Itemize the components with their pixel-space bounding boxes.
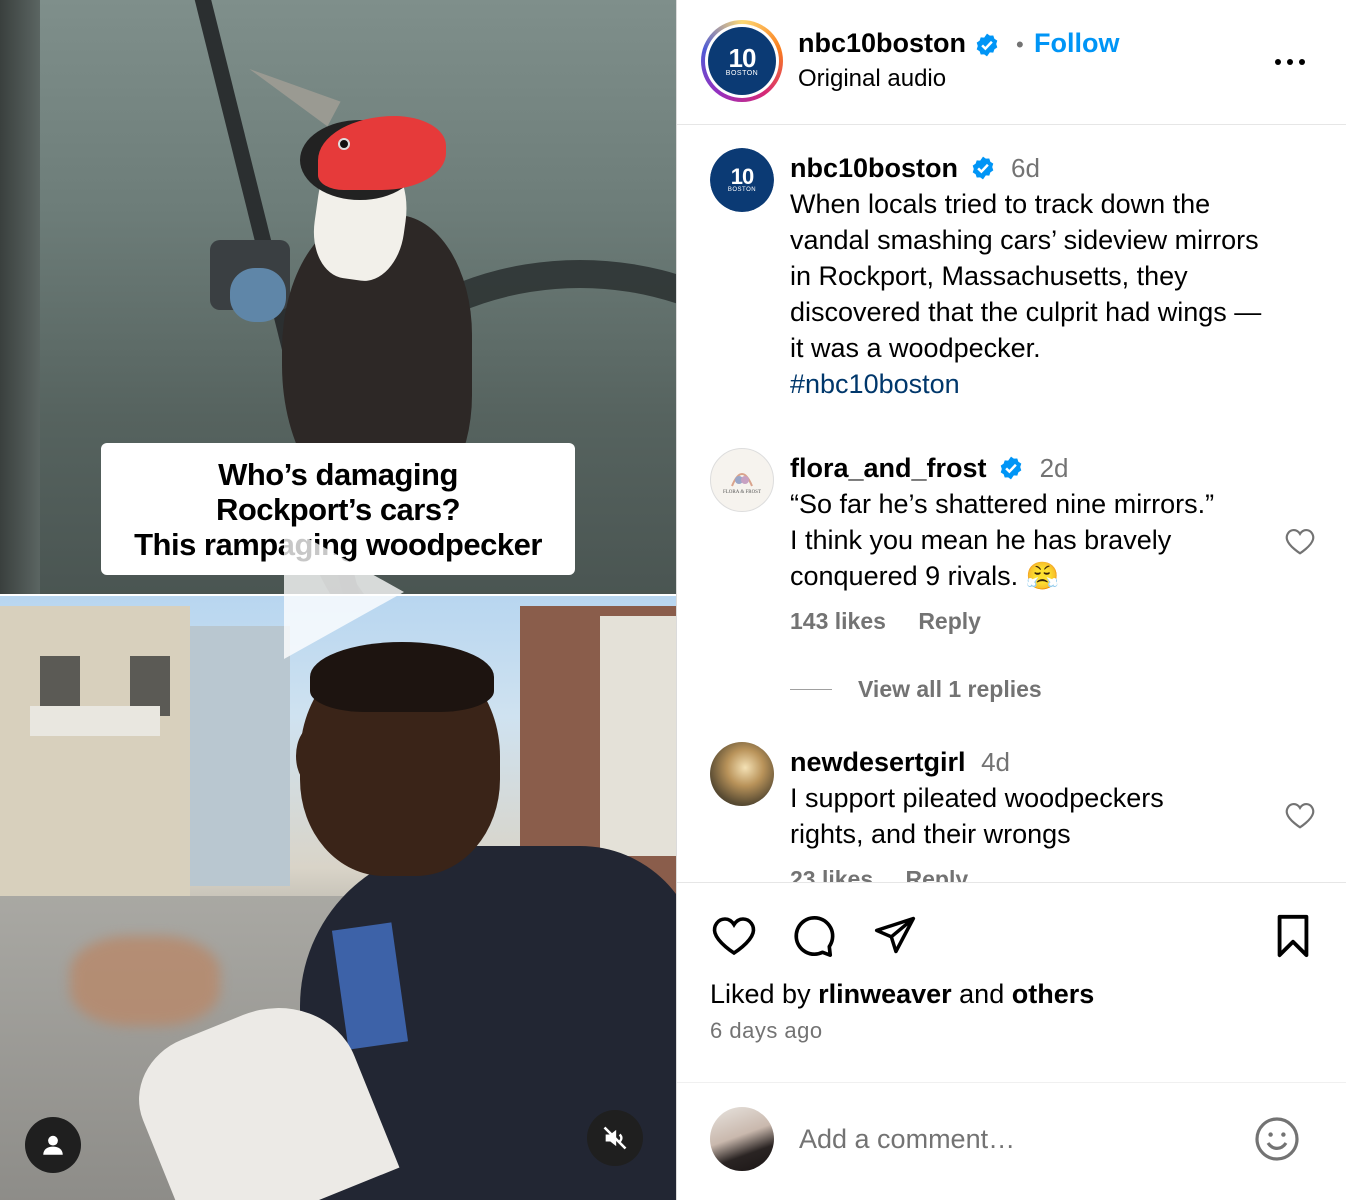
verified-badge-icon [972,156,993,180]
post-actions: Liked by rlinweaver and others 6 days ag… [677,882,1346,1082]
caption-hashtag[interactable]: #nbc10boston [790,366,1310,402]
liked-by-prefix: Liked by [710,979,819,1009]
comment-username[interactable]: flora_and_frost [790,453,987,483]
caption-text-line: in Rockport, Massachusetts, they [790,261,1188,291]
reply-button[interactable]: Reply [906,866,969,882]
caption-avatar[interactable]: 10 BOSTON [710,148,774,212]
liked-by-mid: and [951,979,1012,1009]
video-player[interactable]: Who’s damaging Rockport’s cars? This ram… [0,0,676,1200]
liked-by-user[interactable]: rlinweaver [818,979,952,1009]
comment-like-icon[interactable] [1283,800,1317,830]
comment-avatar[interactable] [710,742,774,806]
post-sidebar: 10 BOSTON nbc10boston • Follow Original … [676,0,1346,1200]
caption-text-line: it was a woodpecker. [790,333,1041,363]
logo-number: 10 [728,42,757,73]
view-replies-label[interactable]: View all 1 replies [858,676,1042,703]
header-separator: • [1016,32,1024,57]
post-time-ago[interactable]: 6 days ago [710,1018,823,1044]
emoji-icon[interactable] [1253,1115,1301,1163]
avatar-brand-text: FLORA & FROST [722,489,762,495]
logo-sub: BOSTON [727,187,757,193]
video-frame-woodpecker: Who’s damaging Rockport’s cars? This ram… [0,0,676,596]
comment-input[interactable] [799,1119,1239,1159]
comment-likes[interactable]: 143 likes [790,608,886,634]
heart-icon[interactable] [710,913,758,957]
user-tag-icon [43,1135,63,1155]
comment-username[interactable]: newdesertgirl [790,747,966,777]
share-icon[interactable] [872,913,918,957]
comment-text-line: “So far he’s shattered nine mirrors.” [790,489,1215,519]
comments-scroll-area[interactable]: 10 BOSTON nbc10boston 6d When locals tri… [677,126,1346,882]
video-caption-line: Rockport’s cars? [215,491,461,527]
user-tag-button[interactable] [25,1117,81,1173]
floral-logo-icon [731,472,753,486]
video-caption-line: Who’s damaging [218,456,458,492]
play-icon[interactable] [284,525,404,659]
comment-avatar[interactable]: FLORA & FROST [710,448,774,512]
nbc10-logo: 10 BOSTON [708,27,776,95]
comment-text-line: conquered 9 rivals. 😤 [790,561,1060,591]
caption-text-line: discovered that the culprit had wings — [790,297,1262,327]
comment-likes[interactable]: 23 likes [790,866,873,882]
comment-text-line: I think you mean he has bravely [790,525,1172,555]
nbc10-logo: 10 BOSTON [710,148,774,212]
reply-button[interactable]: Reply [918,608,981,634]
verified-badge-icon [1000,456,1022,480]
mute-button[interactable] [587,1110,643,1166]
liked-by-others[interactable]: others [1012,979,1095,1009]
comment-time[interactable]: 4d [981,747,1010,777]
bookmark-icon[interactable] [1273,913,1313,959]
caption-username[interactable]: nbc10boston [790,153,958,183]
logo-sub: BOSTON [725,69,759,77]
caption-text-line: When locals tried to track down the [790,189,1211,219]
comment-like-icon[interactable] [1283,526,1317,556]
logo-number: 10 [730,164,755,189]
current-user-avatar[interactable] [710,1107,774,1171]
caption-text-line: vandal smashing cars’ sideview mirrors [790,225,1259,255]
comment-icon[interactable] [790,913,836,959]
view-replies-button[interactable]: View all 1 replies [790,676,1042,703]
verified-badge-icon [976,33,997,57]
comment-time[interactable]: 2d [1040,453,1069,483]
add-comment-row [677,1082,1346,1200]
comment-text-line: rights, and their wrongs [790,819,1071,849]
header-username[interactable]: nbc10boston [798,28,966,58]
comment-text-line: I support pileated woodpeckers [790,783,1164,813]
follow-button[interactable]: Follow [1034,28,1119,59]
mute-icon [603,1126,627,1150]
more-options-icon[interactable] [1273,56,1307,68]
video-frame-reporter [0,596,676,1200]
header-username-row: nbc10boston [798,28,1000,59]
story-ring-avatar[interactable]: 10 BOSTON [701,20,783,102]
post-header: 10 BOSTON nbc10boston • Follow Original … [677,0,1346,125]
caption-time[interactable]: 6d [1011,153,1040,183]
audio-link[interactable]: Original audio [798,65,946,93]
liked-by: Liked by rlinweaver and others [710,979,1094,1010]
